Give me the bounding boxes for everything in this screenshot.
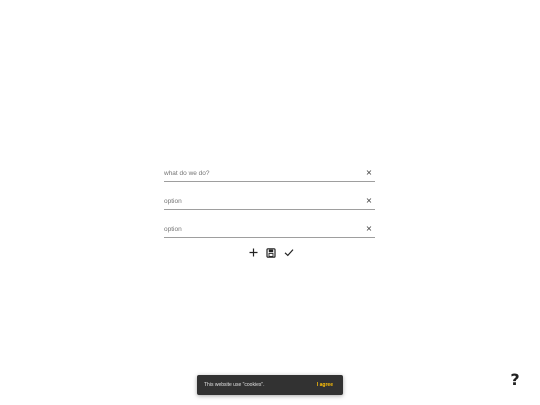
question-input[interactable] — [164, 166, 354, 180]
option-field-1: × — [164, 194, 375, 210]
poll-form: × × × — [164, 166, 375, 250]
option-input-2[interactable] — [164, 222, 354, 236]
clear-option-2-icon[interactable]: × — [365, 224, 373, 234]
cookie-banner: This website use "cookies". I agree — [197, 375, 343, 395]
save-button[interactable] — [265, 247, 277, 259]
option-field-2: × — [164, 222, 375, 238]
help-button[interactable]: ? — [508, 371, 522, 389]
add-option-button[interactable] — [247, 247, 259, 259]
cookie-message: This website use "cookies". — [204, 382, 265, 388]
page: × × × This web — [0, 0, 540, 405]
cookie-agree-button[interactable]: I agree — [317, 382, 333, 388]
check-icon — [284, 249, 294, 257]
clear-question-icon[interactable]: × — [365, 168, 373, 178]
save-icon — [266, 247, 276, 258]
clear-option-1-icon[interactable]: × — [365, 196, 373, 206]
option-input-1[interactable] — [164, 194, 354, 208]
question-field: × — [164, 166, 375, 182]
form-actions — [247, 246, 295, 259]
plus-icon — [249, 248, 257, 257]
submit-button[interactable] — [283, 247, 295, 259]
